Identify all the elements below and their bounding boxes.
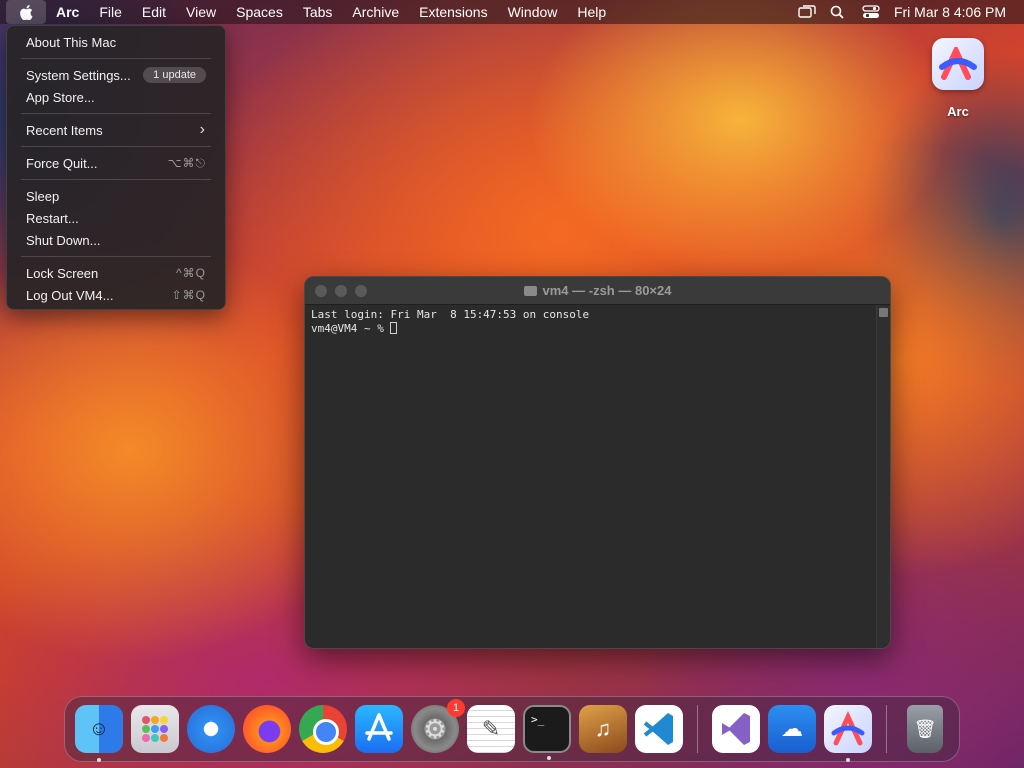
menu-about-this-mac[interactable]: About This Mac	[12, 31, 220, 53]
terminal-title-text: vm4 — -zsh — 80×24	[542, 282, 672, 298]
dock-garageband[interactable]: ♫	[579, 705, 627, 753]
minimize-button[interactable]	[335, 284, 347, 297]
cloud-icon: ☁	[781, 716, 803, 741]
menu-item-label: System Settings...	[26, 67, 131, 83]
pen-icon: ✎	[481, 716, 501, 741]
dock-firefox[interactable]	[243, 705, 291, 753]
menu-item-label: Lock Screen	[26, 265, 99, 281]
dock-safari[interactable]: ✦	[187, 705, 235, 753]
menu-app-name[interactable]: Arc	[46, 0, 89, 24]
arc-app-icon	[932, 38, 984, 90]
dock-trash[interactable]: 🗑	[907, 705, 943, 753]
menu-log-out[interactable]: Log Out VM4... ⇧⌘Q	[12, 284, 220, 306]
dock-vscode[interactable]	[635, 705, 683, 753]
shortcut-label: ⌥⌘⎋	[167, 155, 206, 170]
terminal-cursor	[390, 322, 398, 334]
terminal-title: vm4 — -zsh — 80×24	[305, 277, 890, 305]
shortcut-label: ⇧⌘Q	[171, 288, 206, 302]
terminal-title-bar[interactable]: vm4 — -zsh — 80×24	[305, 277, 890, 305]
dock-launchpad[interactable]	[131, 705, 179, 753]
menu-shut-down[interactable]: Shut Down...	[12, 229, 220, 251]
menu-item-label: App Store...	[26, 89, 95, 105]
dock-separator	[886, 705, 887, 753]
search-icon[interactable]	[830, 5, 848, 19]
menu-item-label: Log Out VM4...	[26, 287, 114, 303]
menu-app-store[interactable]: App Store...	[12, 86, 220, 108]
menu-file[interactable]: File	[89, 0, 132, 24]
menu-item-label: About This Mac	[26, 34, 117, 50]
menu-restart[interactable]: Restart...	[12, 207, 220, 229]
finder-face-icon: ☺	[88, 717, 110, 740]
desktop-arc-icon[interactable]: Arc	[928, 38, 988, 119]
menu-item-label: Shut Down...	[26, 232, 101, 248]
terminal-scrollbar[interactable]	[876, 305, 890, 648]
menu-separator	[21, 146, 211, 147]
running-indicator	[846, 758, 850, 762]
trash-icon: 🗑	[913, 718, 937, 739]
running-indicator	[547, 756, 551, 760]
dock-arc[interactable]	[824, 705, 872, 762]
control-center-icon[interactable]	[862, 5, 880, 19]
menu-spaces[interactable]: Spaces	[226, 0, 293, 24]
menu-clock[interactable]: Fri Mar 8 4:06 PM	[894, 4, 1006, 20]
menu-bar: Arc File Edit View Spaces Tabs Archive E…	[0, 0, 1024, 24]
dock-app-store[interactable]	[355, 705, 403, 753]
apple-logo-icon	[19, 4, 32, 20]
apple-menu-dropdown: About This Mac System Settings... 1 upda…	[6, 25, 226, 310]
menu-help[interactable]: Help	[567, 0, 616, 24]
dock-finder[interactable]: ☺	[75, 705, 123, 762]
scroll-marker-icon	[879, 308, 888, 317]
desktop-icon-label: Arc	[947, 104, 969, 119]
menu-tabs[interactable]: Tabs	[293, 0, 343, 24]
menu-force-quit[interactable]: Force Quit... ⌥⌘⎋	[12, 152, 220, 174]
shortcut-label: ^⌘Q	[176, 266, 206, 280]
menu-item-label: Sleep	[26, 188, 60, 204]
chevron-right-icon: ›	[199, 121, 206, 138]
terminal-prompt: vm4@VM4 ~ %	[311, 322, 391, 335]
menu-separator	[21, 113, 211, 114]
menu-item-label: Restart...	[26, 210, 79, 226]
menu-window[interactable]: Window	[498, 0, 568, 24]
dock-terminal[interactable]: >_	[523, 705, 571, 760]
dock-separator	[697, 705, 698, 753]
terminal-content[interactable]: Last login: Fri Mar 8 15:47:53 on consol…	[305, 305, 876, 648]
notification-badge: 1	[447, 699, 465, 717]
menu-item-label: Recent Items	[26, 122, 103, 138]
terminal-glyph: >_	[531, 713, 545, 726]
dock-weather[interactable]: ☁	[768, 705, 816, 753]
apple-menu-button[interactable]	[6, 0, 46, 24]
menu-archive[interactable]: Archive	[342, 0, 409, 24]
visual-studio-icon	[722, 713, 750, 745]
dock-system-settings[interactable]: ⚙ 1	[411, 699, 465, 753]
menu-item-label: Force Quit...	[26, 155, 98, 171]
dock-chrome[interactable]	[299, 705, 347, 753]
menu-lock-screen[interactable]: Lock Screen ^⌘Q	[12, 262, 220, 284]
menu-view[interactable]: View	[176, 0, 226, 24]
guitar-icon: ♫	[594, 716, 612, 741]
menu-separator	[21, 256, 211, 257]
menu-separator	[21, 58, 211, 59]
folder-icon	[523, 285, 537, 296]
dock-visual-studio[interactable]	[712, 705, 760, 753]
close-button[interactable]	[315, 284, 327, 297]
dock: ☺ ✦ ⚙ 1 ✎ >_ ♫ ☁ 🗑	[64, 696, 960, 762]
arc-app-icon	[831, 711, 865, 746]
compass-icon: ✦	[201, 716, 221, 741]
update-badge: 1 update	[143, 67, 206, 83]
terminal-window[interactable]: vm4 — -zsh — 80×24 Last login: Fri Mar 8…	[304, 276, 891, 649]
terminal-last-login: Last login: Fri Mar 8 15:47:53 on consol…	[311, 308, 590, 321]
menu-system-settings[interactable]: System Settings... 1 update	[12, 64, 220, 86]
running-indicator	[97, 758, 101, 762]
vscode-icon	[643, 713, 673, 745]
menu-separator	[21, 179, 211, 180]
dock-textedit[interactable]: ✎	[467, 705, 515, 753]
menu-edit[interactable]: Edit	[132, 0, 176, 24]
launchpad-grid-icon	[142, 716, 168, 742]
menu-extensions[interactable]: Extensions	[409, 0, 497, 24]
zoom-button[interactable]	[355, 284, 367, 297]
menu-recent-items[interactable]: Recent Items ›	[12, 119, 220, 141]
app-store-icon	[365, 713, 393, 741]
menu-sleep[interactable]: Sleep	[12, 185, 220, 207]
screen-mirroring-icon[interactable]	[798, 5, 816, 19]
